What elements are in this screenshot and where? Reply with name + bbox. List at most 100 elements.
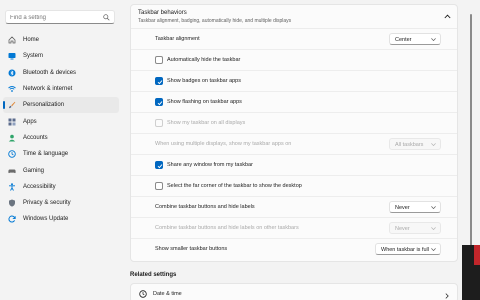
sidebar-item-label: Personalization: [23, 102, 65, 109]
far-corner-checkbox[interactable]: [155, 182, 163, 190]
auto-hide-row: Automatically hide the taskbar: [131, 50, 457, 71]
sidebar-item-label: Accounts: [23, 134, 48, 141]
show-badges-row: Show badges on taskbar apps: [131, 71, 457, 92]
chevron-up-icon[interactable]: [444, 14, 451, 19]
sidebar-item-label: Apps: [23, 118, 37, 125]
sidebar-item-system[interactable]: System: [3, 48, 119, 64]
update-icon: [8, 215, 16, 223]
far-corner-row: Select the far corner of the taskbar to …: [131, 176, 457, 197]
auto-hide-label: Automatically hide the taskbar: [167, 57, 241, 63]
search-icon[interactable]: [103, 14, 110, 21]
sidebar-item-home[interactable]: Home: [3, 32, 119, 48]
combine-other-dropdown[interactable]: Never: [389, 222, 441, 234]
taskbar-behaviors-card: Taskbar behaviors Taskbar alignment, bad…: [130, 4, 458, 262]
sidebar-item-label: Time & language: [23, 151, 69, 158]
share-window-row: Share any window from my taskbar: [131, 155, 457, 176]
section-subtitle: Taskbar alignment, badging, automaticall…: [138, 18, 292, 24]
related-date-time-label: Date & time: [153, 291, 182, 297]
sidebar-item-apps[interactable]: Apps: [3, 113, 119, 129]
sidebar-item-label: Network & internet: [23, 86, 73, 93]
desktop-background-accent: [474, 245, 480, 265]
sidebar-item-time-language[interactable]: Time & language: [3, 146, 119, 162]
all-displays-row: Show my taskbar on all displays: [131, 113, 457, 134]
combine-other-label: Combine taskbar buttons and hide labels …: [155, 225, 299, 231]
multi-display-apps-row: When using multiple displays, show my ta…: [131, 134, 457, 155]
sidebar-item-accounts[interactable]: Accounts: [3, 130, 119, 146]
sidebar-item-privacy[interactable]: Privacy & security: [3, 195, 119, 211]
combine-other-row: Combine taskbar buttons and hide labels …: [131, 218, 457, 239]
brush-icon: [8, 101, 16, 109]
smaller-buttons-dropdown[interactable]: When taskbar is full: [375, 243, 441, 255]
taskbar-alignment-dropdown[interactable]: Center: [389, 33, 441, 45]
sidebar: Home System Bluetooth & devices Network …: [0, 0, 122, 300]
show-badges-checkbox[interactable]: [155, 77, 163, 85]
sidebar-item-bluetooth[interactable]: Bluetooth & devices: [3, 65, 119, 81]
checkmark-icon: [157, 79, 162, 84]
show-badges-label: Show badges on taskbar apps: [167, 78, 241, 84]
combine-buttons-label: Combine taskbar buttons and hide labels: [155, 204, 255, 210]
checkmark-icon: [157, 163, 162, 168]
smaller-buttons-label: Show smaller taskbar buttons: [155, 246, 228, 252]
show-flashing-row: Show flashing on taskbar apps: [131, 92, 457, 113]
chevron-down-icon: [431, 206, 436, 209]
chevron-right-icon: [445, 293, 449, 299]
show-flashing-checkbox[interactable]: [155, 98, 163, 106]
sidebar-item-label: Bluetooth & devices: [23, 69, 77, 76]
all-displays-label: Show my taskbar on all displays: [167, 120, 246, 126]
globe-clock-icon: [8, 150, 16, 158]
chevron-down-icon: [431, 143, 436, 146]
multi-display-apps-dropdown[interactable]: All taskbars: [389, 138, 441, 150]
search-input[interactable]: [10, 13, 100, 22]
sidebar-item-label: Privacy & security: [23, 200, 71, 207]
sidebar-item-label: Accessibility: [23, 183, 56, 190]
smaller-buttons-row: Show smaller taskbar buttons When taskba…: [131, 239, 457, 260]
wifi-icon: [8, 85, 16, 93]
auto-hide-checkbox[interactable]: [155, 56, 163, 64]
dropdown-value: All taskbars: [395, 141, 424, 148]
sidebar-item-label: Windows Update: [23, 216, 69, 223]
accessibility-icon: [8, 183, 16, 191]
taskbar-alignment-row: Taskbar alignment Center: [131, 29, 457, 50]
combine-buttons-dropdown[interactable]: Never: [389, 201, 441, 213]
gamepad-icon: [8, 167, 16, 175]
shield-icon: [8, 199, 16, 207]
apps-icon: [8, 118, 16, 126]
checkmark-icon: [157, 100, 162, 105]
sidebar-item-personalization[interactable]: Personalization: [3, 97, 119, 114]
clock-icon: [139, 290, 147, 298]
combine-buttons-row: Combine taskbar buttons and hide labels …: [131, 197, 457, 218]
scrollbar[interactable]: [470, 14, 472, 254]
sidebar-nav: Home System Bluetooth & devices Network …: [3, 32, 119, 228]
dropdown-value: When taskbar is full: [381, 246, 429, 253]
sidebar-item-label: System: [23, 53, 44, 60]
dropdown-value: Never: [395, 225, 410, 232]
search-box[interactable]: [5, 10, 115, 24]
taskbar-alignment-label: Taskbar alignment: [155, 36, 200, 42]
sidebar-item-windows-update[interactable]: Windows Update: [3, 211, 119, 227]
main-content: Taskbar behaviors Taskbar alignment, bad…: [122, 0, 467, 300]
sidebar-item-label: Gaming: [23, 167, 45, 174]
related-date-time[interactable]: Date & time: [130, 283, 458, 300]
chevron-down-icon: [431, 227, 436, 230]
home-icon: [8, 36, 16, 44]
dropdown-value: Never: [395, 204, 410, 211]
share-window-label: Share any window from my taskbar: [167, 162, 253, 168]
multi-display-apps-label: When using multiple displays, show my ta…: [155, 141, 292, 147]
section-title: Taskbar behaviors: [138, 10, 187, 16]
all-displays-checkbox[interactable]: [155, 119, 163, 127]
taskbar-behaviors-header[interactable]: Taskbar behaviors Taskbar alignment, bad…: [131, 5, 457, 29]
sidebar-item-gaming[interactable]: Gaming: [3, 162, 119, 178]
share-window-checkbox[interactable]: [155, 161, 163, 169]
system-icon: [8, 52, 16, 60]
far-corner-label: Select the far corner of the taskbar to …: [167, 183, 302, 189]
accounts-icon: [8, 134, 16, 142]
chevron-down-icon: [431, 248, 436, 251]
dropdown-value: Center: [395, 36, 412, 43]
sidebar-item-accessibility[interactable]: Accessibility: [3, 179, 119, 195]
sidebar-item-network[interactable]: Network & internet: [3, 81, 119, 97]
chevron-down-icon: [431, 38, 436, 41]
show-flashing-label: Show flashing on taskbar apps: [167, 99, 242, 105]
bluetooth-icon: [8, 69, 16, 77]
related-settings-heading: Related settings: [130, 272, 177, 278]
sidebar-item-label: Home: [23, 37, 40, 44]
